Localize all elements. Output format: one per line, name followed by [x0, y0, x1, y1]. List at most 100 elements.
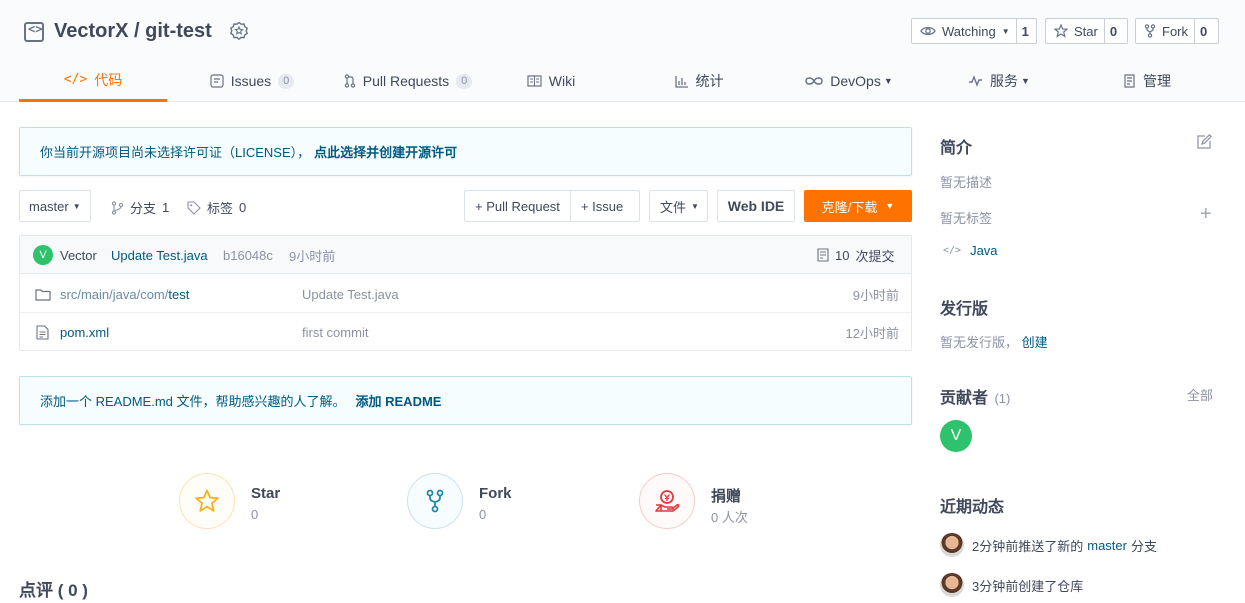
- star-button[interactable]: Star 0: [1045, 18, 1128, 44]
- new-pull-request-button[interactable]: + Pull Request: [465, 191, 571, 221]
- file-commit-time: 12小时前: [845, 325, 899, 341]
- fork-button[interactable]: Fork 0: [1135, 18, 1219, 44]
- code-icon: </>: [63, 72, 88, 87]
- donate-icon: [655, 490, 680, 512]
- watching-label: Watching: [942, 23, 996, 39]
- file-icon: [36, 324, 49, 340]
- recommend-badge-icon[interactable]: [229, 21, 249, 41]
- avatar[interactable]: V: [33, 245, 53, 265]
- tab-issues-count: 0: [278, 73, 295, 89]
- chevron-down-icon: ▼: [885, 201, 895, 211]
- web-ide-button[interactable]: Web IDE: [717, 190, 795, 222]
- no-tags-text: 暂无标签: [940, 211, 993, 226]
- create-release-link[interactable]: 创建: [1022, 335, 1048, 350]
- star-stat-title: Star: [251, 485, 281, 502]
- donate-stat-title: 捐赠: [711, 488, 742, 505]
- tab-pull-requests[interactable]: Pull Requests 0: [331, 60, 485, 102]
- readme-notice-text: 添加一个 README.md 文件，帮助感兴趣的人了解。: [40, 394, 346, 409]
- fork-stat-button[interactable]: [407, 473, 463, 529]
- commits-label: 次提交: [855, 248, 895, 264]
- branches-link[interactable]: 分支 1: [111, 198, 169, 217]
- commit-hash[interactable]: b16048c: [223, 236, 273, 274]
- intro-heading: 简介: [940, 140, 973, 157]
- file-commit-message[interactable]: Update Test.java: [302, 275, 399, 313]
- star-label: Star: [1074, 23, 1098, 39]
- file-list: V Vector Update Test.java b16048c 9小时前 1…: [19, 235, 912, 351]
- chevron-down-icon: ▼: [1021, 76, 1030, 86]
- fork-icon: [426, 489, 444, 513]
- add-tag-icon[interactable]: +: [1200, 204, 1212, 224]
- star-count[interactable]: 0: [1103, 19, 1123, 43]
- releases-heading: 发行版: [940, 301, 989, 318]
- no-releases-text: 暂无发行版， 创建: [940, 332, 1048, 351]
- commit-author[interactable]: Vector: [60, 236, 97, 274]
- new-issue-button[interactable]: + Issue: [571, 199, 633, 214]
- service-icon: [969, 75, 983, 87]
- edit-icon[interactable]: [1196, 134, 1212, 150]
- devops-icon: [805, 77, 824, 85]
- commits-count: 10: [835, 247, 850, 263]
- tags-label: 标签: [207, 201, 234, 216]
- tab-services-label: 服务: [990, 73, 1019, 89]
- donate-stat-value: 0 人次: [711, 510, 748, 525]
- latest-commit-row: V Vector Update Test.java b16048c 9小时前 1…: [20, 236, 911, 274]
- add-readme-link[interactable]: 添加 README: [356, 391, 442, 410]
- tab-manage-label: 管理: [1143, 73, 1171, 89]
- branch-icon: [111, 200, 124, 215]
- clone-download-button[interactable]: 克隆/下载 ▼: [804, 190, 912, 222]
- file-name-link[interactable]: pom.xml: [60, 325, 109, 340]
- avatar[interactable]: [940, 533, 964, 557]
- file-row[interactable]: src/main/java/com/test Update Test.java …: [20, 275, 911, 313]
- tab-manage[interactable]: 管理: [1115, 60, 1179, 102]
- file-menu-button[interactable]: 文件 ▼: [649, 190, 708, 222]
- all-contributors-link[interactable]: 全部: [1187, 385, 1213, 404]
- watching-button[interactable]: Watching ▼ 1: [911, 18, 1037, 44]
- branch-select[interactable]: master ▼: [19, 190, 91, 222]
- language-label: Java: [970, 243, 998, 258]
- tab-wiki[interactable]: Wiki: [509, 60, 593, 102]
- watching-count[interactable]: 1: [1015, 19, 1034, 43]
- file-path-prefix[interactable]: src/main/java/com/: [60, 287, 168, 302]
- tab-code[interactable]: </> 代码: [19, 60, 167, 102]
- tab-pull-requests-count: 0: [456, 73, 473, 89]
- tab-pull-requests-label: Pull Requests: [362, 73, 450, 89]
- comments-heading: 点评 ( 0 ): [19, 581, 88, 600]
- tab-services[interactable]: 服务 ▼: [959, 60, 1039, 102]
- tab-issues[interactable]: Issues 0: [167, 60, 337, 102]
- language-link[interactable]: </> Java: [943, 243, 998, 258]
- activity-item: 3分钟前创建了仓库: [940, 573, 1083, 597]
- star-stat-button[interactable]: [179, 473, 235, 529]
- repo-owner-link[interactable]: VectorX: [54, 20, 128, 42]
- commit-time: 9小时前: [289, 248, 336, 264]
- repo-title-separator: /: [128, 20, 146, 42]
- tag-icon: [187, 200, 201, 215]
- fork-count[interactable]: 0: [1194, 19, 1213, 43]
- repo-title: VectorX / git-test: [54, 20, 212, 43]
- repo-name-link[interactable]: git-test: [145, 20, 212, 42]
- file-name-link[interactable]: test: [168, 287, 189, 302]
- tags-link[interactable]: 标签 0: [187, 198, 246, 217]
- file-row[interactable]: pom.xml first commit 12小时前: [20, 313, 911, 351]
- clone-download-label: 克隆/下载: [821, 199, 878, 215]
- repository-icon: <>: [24, 22, 44, 42]
- donate-stat-button[interactable]: [639, 473, 695, 529]
- tab-devops[interactable]: DevOps ▼: [799, 60, 899, 102]
- file-commit-message[interactable]: first commit: [302, 313, 368, 351]
- activity-text: 2分钟前推送了新的: [972, 538, 1084, 554]
- tab-stats[interactable]: 统计: [659, 60, 739, 102]
- avatar[interactable]: [940, 573, 964, 597]
- activity-branch-link[interactable]: master: [1087, 538, 1127, 553]
- commits-count-link[interactable]: 10 次提交: [817, 236, 894, 274]
- activity-heading: 近期动态: [940, 499, 1005, 516]
- manage-icon: [1124, 74, 1135, 88]
- contributor-avatar[interactable]: V: [940, 420, 972, 452]
- readme-notice: 添加一个 README.md 文件，帮助感兴趣的人了解。 添加 README: [19, 376, 912, 425]
- create-license-link[interactable]: 点此选择并创建开源许可: [314, 142, 457, 161]
- pr-issue-button-group: + Pull Request + Issue: [464, 190, 640, 222]
- commit-message-link[interactable]: Update Test.java: [111, 236, 208, 274]
- fork-icon: [1144, 24, 1156, 38]
- contributors-heading: 贡献者 (1): [940, 384, 1010, 408]
- folder-icon: [35, 288, 51, 301]
- activity-suffix: 分支: [1130, 538, 1157, 554]
- fork-stat-value: 0: [479, 507, 487, 522]
